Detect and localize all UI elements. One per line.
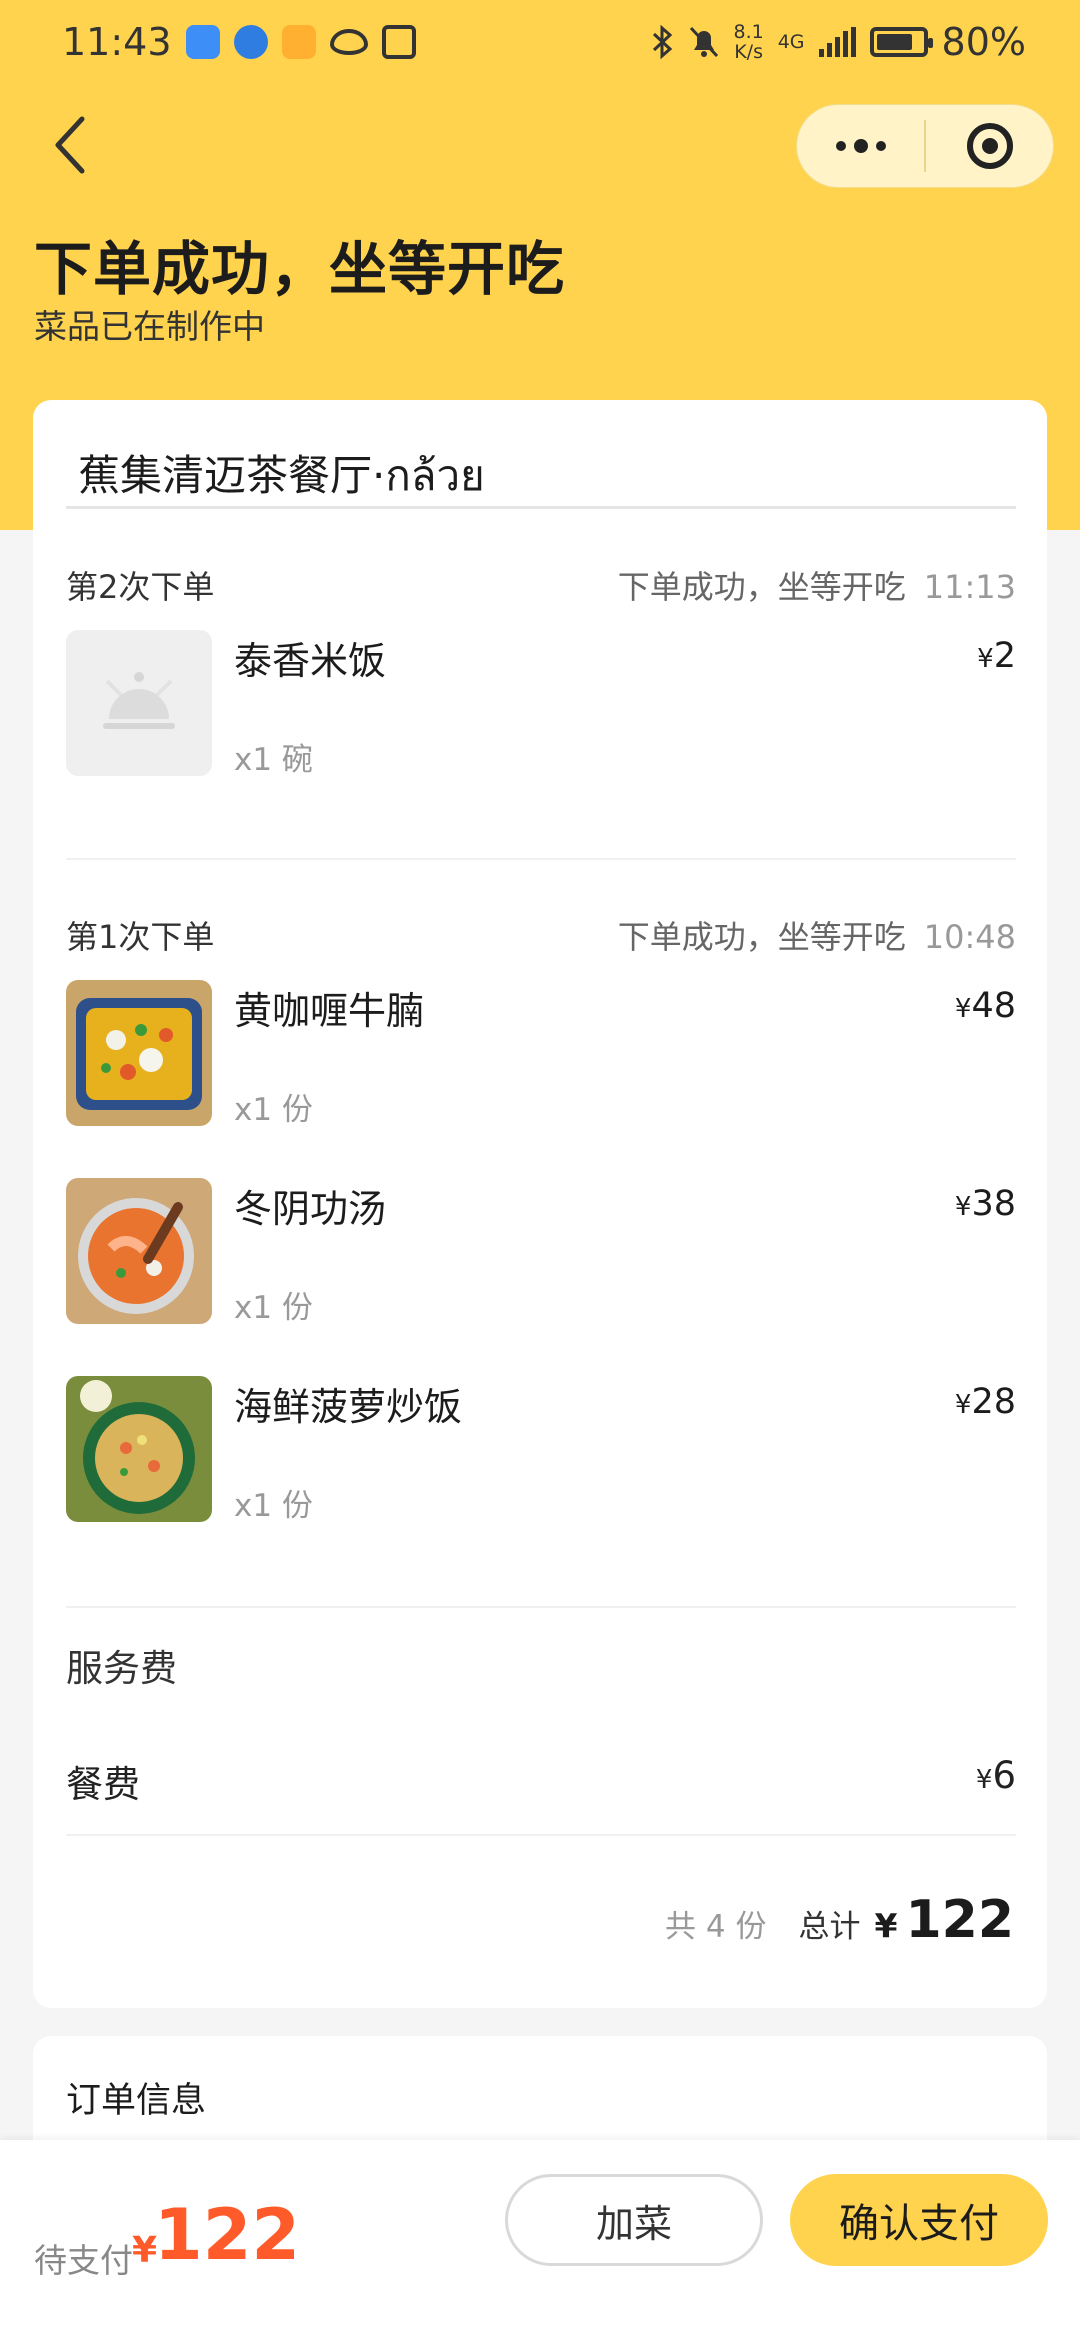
- chevron-left-icon: [55, 116, 85, 174]
- divider: [66, 1834, 1016, 1836]
- list-item: 海鲜菠萝炒饭 x1 份 ¥28: [66, 1376, 1016, 1526]
- divider: [66, 858, 1016, 860]
- item-name: 黄咖喱牛腩: [234, 989, 425, 1033]
- item-name: 海鲜菠萝炒饭: [234, 1385, 463, 1429]
- order-status: 下单成功，坐等开吃: [617, 918, 906, 956]
- service-fee-title: 服务费: [66, 1647, 177, 1690]
- order-info-title: 订单信息: [66, 2081, 207, 2121]
- item-qty: x1 份: [234, 1092, 313, 1128]
- fee-row: 餐费 ¥6: [66, 1754, 1016, 1808]
- more-dots-icon: [835, 139, 886, 153]
- divider: [66, 1606, 1016, 1608]
- network-type: 4G: [777, 31, 805, 53]
- total-label: 总计: [798, 1909, 861, 1945]
- status-time: 11:43: [62, 20, 172, 64]
- status-bar: 11:43 8.1 K/s 4G 80%: [0, 0, 1080, 84]
- list-item: 泰香米饭 x1 碗 ¥2: [66, 630, 1016, 780]
- close-miniapp-button[interactable]: [926, 105, 1053, 187]
- nfc-icon: [381, 25, 416, 59]
- total-currency: ¥: [874, 1906, 898, 1945]
- order-label: 第2次下单: [66, 568, 215, 606]
- item-price: ¥48: [954, 986, 1016, 1026]
- bottom-pay-bar: 待支付 ¥ 122 加菜 确认支付: [0, 2140, 1080, 2340]
- curry-photo: [66, 980, 212, 1126]
- bluetooth-icon: [652, 25, 672, 59]
- item-qty: x1 份: [234, 1290, 313, 1326]
- tomyum-photo: [66, 1178, 212, 1324]
- browser-app-icon: [233, 25, 268, 59]
- item-price: ¥38: [954, 1184, 1016, 1224]
- shop-name[interactable]: 蕉集清迈茶餐厅·กล้วย: [78, 442, 485, 509]
- order-label: 第1次下单: [66, 918, 215, 956]
- eye-icon: [329, 29, 368, 55]
- page-title: 下单成功，坐等开吃: [34, 235, 566, 303]
- total-row: 共 4 份 总计 ¥ 122: [665, 1890, 1014, 1950]
- network-speed: 8.1 K/s: [733, 21, 764, 63]
- back-button[interactable]: [40, 110, 100, 180]
- more-button[interactable]: [797, 105, 924, 187]
- item-qty: x1 碗: [234, 742, 313, 778]
- add-dish-button[interactable]: 加菜: [505, 2174, 763, 2266]
- fee-amount: ¥6: [975, 1754, 1016, 1797]
- fried-rice-photo: [66, 1376, 212, 1522]
- signal-icon: [818, 27, 856, 57]
- order-time: 10:48: [923, 918, 1016, 956]
- confirm-pay-button[interactable]: 确认支付: [790, 2174, 1048, 2266]
- target-icon: [966, 123, 1013, 169]
- pay-label: 待支付: [34, 2241, 133, 2280]
- order-time: 11:13: [923, 568, 1016, 606]
- placeholder-dish-icon: [66, 630, 212, 776]
- battery-icon: [869, 27, 933, 57]
- total-amount: 122: [905, 1890, 1014, 1950]
- order-status: 下单成功，坐等开吃: [617, 568, 906, 606]
- order-header: 第2次下单 下单成功，坐等开吃 11:13: [66, 562, 1016, 608]
- item-name: 泰香米饭: [234, 639, 387, 683]
- item-qty: x1 份: [234, 1488, 313, 1524]
- mute-bell-icon: [689, 26, 718, 58]
- list-item: 冬阴功汤 x1 份 ¥38: [66, 1178, 1016, 1328]
- list-item: 黄咖喱牛腩 x1 份 ¥48: [66, 980, 1016, 1130]
- fee-label: 餐费: [66, 1763, 140, 1806]
- order-header: 第1次下单 下单成功，坐等开吃 10:48: [66, 912, 1016, 958]
- order-card: 蕉集清迈茶餐厅·กล้วย 第2次下单 下单成功，坐等开吃 11:13 泰香米饭 …: [33, 400, 1047, 2008]
- page-subtitle: 菜品已在制作中: [34, 307, 265, 346]
- pay-amount: 122: [154, 2194, 301, 2276]
- food-app-icon: [281, 25, 316, 59]
- total-count: 共 4 份: [665, 1909, 767, 1945]
- item-price: ¥28: [954, 1382, 1016, 1422]
- weather-app-icon: [185, 25, 220, 59]
- shop-divider: [66, 506, 1016, 509]
- item-price: ¥2: [977, 636, 1016, 676]
- miniapp-capsule: [796, 104, 1054, 188]
- battery-percent: 80%: [941, 20, 1026, 64]
- item-name: 冬阴功汤: [234, 1187, 387, 1231]
